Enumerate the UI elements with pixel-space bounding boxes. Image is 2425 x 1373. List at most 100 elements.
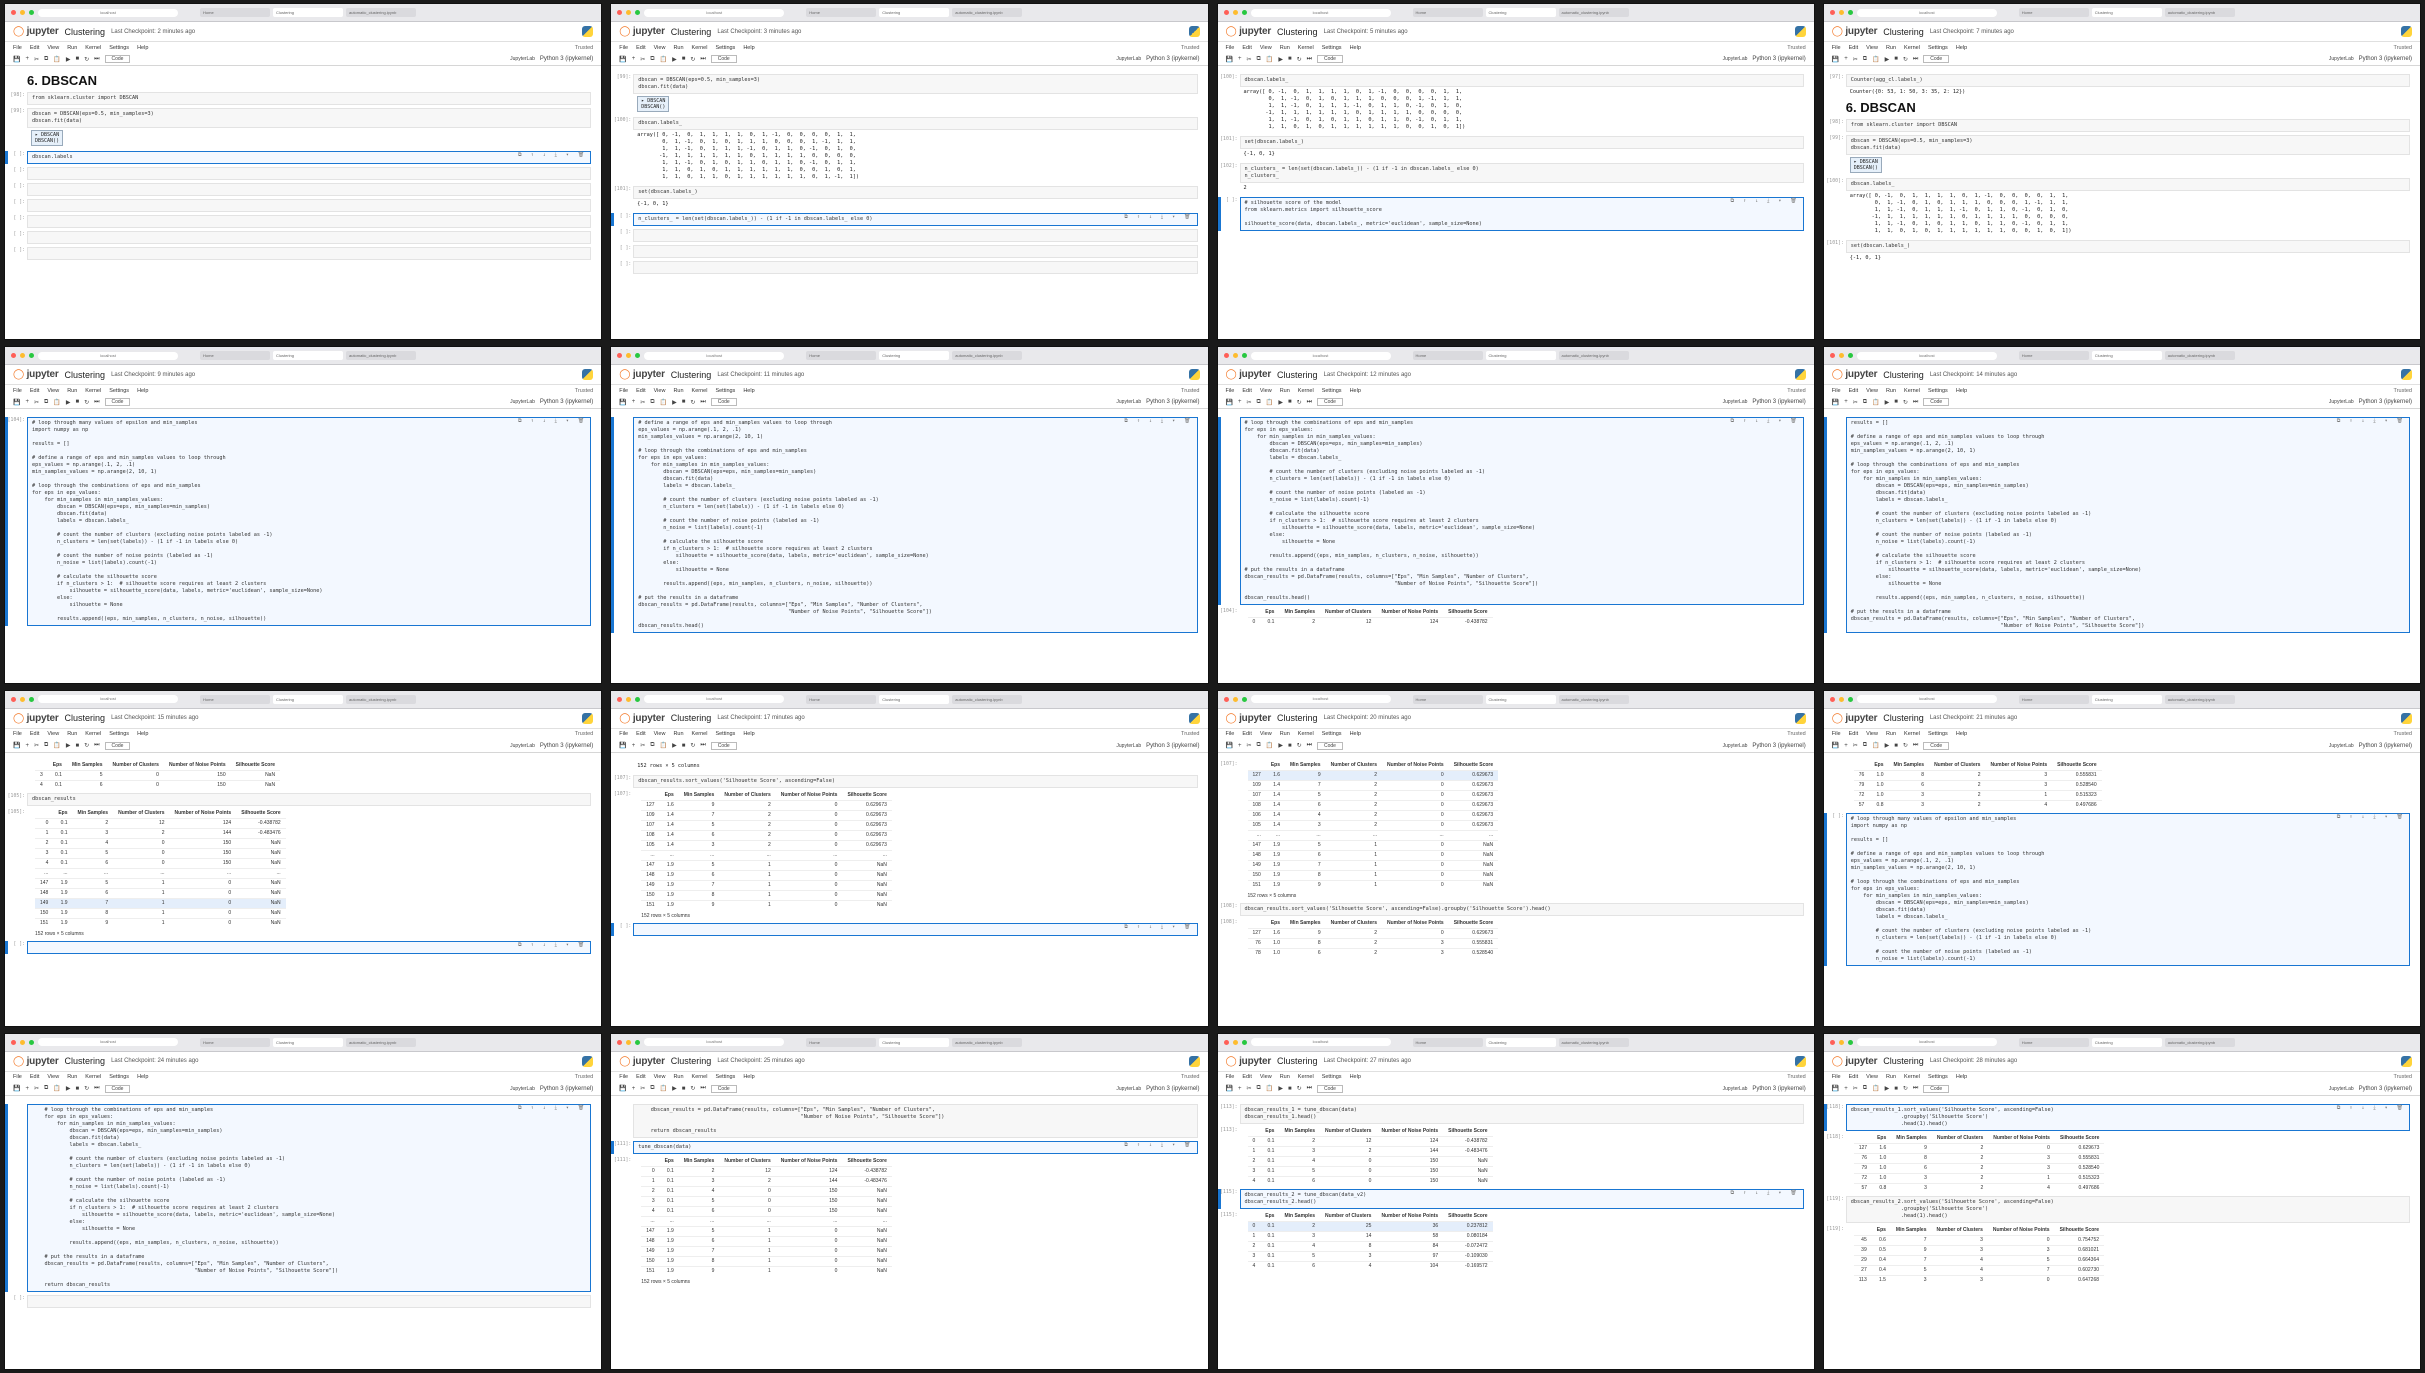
cell-actions-icon[interactable]: ⧉ ↑ ↓ ⤓ ▾ 🗑	[518, 418, 587, 425]
toolbar-button-icon[interactable]: ⏭	[700, 399, 705, 406]
window-control-icon[interactable]	[29, 1039, 34, 1045]
code-input[interactable]	[27, 231, 592, 244]
window-control-icon[interactable]	[29, 353, 34, 359]
toolbar-button-icon[interactable]: ↻	[690, 399, 695, 406]
menu-item[interactable]: Run	[673, 388, 683, 394]
menu-item[interactable]: View	[1866, 388, 1878, 394]
browser-tab[interactable]: automatic_clustering.ipynb	[2164, 1037, 2235, 1047]
estimator-repr[interactable]: ▸ DBSCAN DBSCAN()	[31, 130, 64, 146]
notebook-cell[interactable]: [99]: dbscan = DBSCAN(eps=0.5, min_sample…	[617, 74, 1198, 114]
jupyterlab-link[interactable]: JupyterLab	[1116, 399, 1141, 405]
cell-actions-icon[interactable]: ⧉ ↑ ↓ ⤓ ▾ 🗑	[2337, 418, 2406, 425]
jupyterlab-link[interactable]: JupyterLab	[1723, 399, 1748, 405]
toolbar-button-icon[interactable]: ✂	[1247, 1085, 1252, 1092]
cell-actions-icon[interactable]: ⧉ ↑ ↓ ⤓ ▾ 🗑	[1124, 214, 1193, 221]
notebook-cell[interactable]: [108]: Eps Min Samples Number of Clusters Nu…	[1220, 919, 1804, 958]
toolbar-button-icon[interactable]: 💾	[619, 399, 626, 406]
window-control-icon[interactable]	[617, 10, 623, 15]
toolbar-button-icon[interactable]: ⏭	[94, 56, 99, 63]
notebook-cell[interactable]: [ ]:	[13, 215, 592, 228]
menu-item[interactable]: View	[47, 45, 59, 51]
address-bar[interactable]: localhost	[1250, 351, 1391, 360]
menu-item[interactable]: File	[1226, 1074, 1235, 1080]
menu-item[interactable]: Help	[1350, 45, 1361, 51]
jupyter-logo[interactable]: ◯ jupyter	[1832, 713, 1878, 724]
toolbar-button-icon[interactable]: 📋	[1266, 742, 1273, 749]
notebook-cell[interactable]: [ ]: # silhouette score of the model from…	[1217, 197, 1804, 231]
toolbar-button-icon[interactable]: 📋	[1872, 1085, 1879, 1092]
browser-tab[interactable]: automatic_clustering.ipynb	[346, 8, 416, 17]
toolbar-button-icon[interactable]: 📋	[1872, 56, 1879, 63]
notebook-cell[interactable]: [115]: Eps Min Samples Number of Clusters Nu…	[1220, 1212, 1804, 1271]
jupyter-logo[interactable]: ◯ jupyter	[619, 369, 665, 380]
notebook-title[interactable]: Clustering	[1883, 370, 1924, 380]
window-control-icon[interactable]	[1847, 1039, 1853, 1045]
notebook-cell[interactable]: [ ]:	[13, 167, 592, 180]
address-bar[interactable]: localhost	[38, 1038, 178, 1047]
notebook-cell[interactable]: [97]: Counter(agg_cl.labels_) Counter({0: …	[1829, 74, 2410, 98]
toolbar-button-icon[interactable]: +	[1238, 399, 1242, 405]
toolbar-button-icon[interactable]: ■	[682, 1086, 686, 1092]
toolbar-button-icon[interactable]: ↻	[1297, 742, 1302, 749]
code-input[interactable]	[27, 199, 592, 212]
toolbar-button-icon[interactable]: ⧉	[1863, 742, 1867, 749]
browser-tab[interactable]: Home	[200, 351, 270, 361]
toolbar-button-icon[interactable]: ■	[1288, 399, 1292, 405]
code-input[interactable]	[27, 1294, 592, 1308]
notebook-title[interactable]: Clustering	[1277, 713, 1318, 723]
notebook-cell[interactable]: [ ]:	[13, 231, 592, 244]
menu-item[interactable]: View	[1260, 45, 1272, 51]
menu-item[interactable]: Kernel	[1904, 45, 1920, 51]
notebook-cell[interactable]: [107]: Eps Min Samples Number of Clusters Nu…	[1220, 761, 1804, 900]
menu-item[interactable]: View	[654, 388, 666, 394]
trusted-indicator[interactable]: Trusted	[575, 731, 593, 737]
code-input[interactable]	[633, 245, 1198, 258]
toolbar-button-icon[interactable]: +	[1238, 743, 1242, 749]
notebook-cell[interactable]: [108]: dbscan_results.sort_values('Silhou…	[1220, 902, 1804, 916]
estimator-repr[interactable]: ▸ DBSCAN DBSCAN()	[637, 96, 670, 112]
cell-type-select[interactable]: Code	[1317, 398, 1343, 407]
toolbar-button-icon[interactable]: ✂	[640, 399, 645, 406]
browser-tab[interactable]: Clustering	[1485, 694, 1556, 704]
notebook-cell[interactable]: [ ]: # loop through many values of epsilo…	[1823, 812, 2410, 966]
toolbar-button-icon[interactable]: ⏭	[700, 56, 705, 63]
menu-item[interactable]: View	[1260, 1074, 1272, 1080]
toolbar-button-icon[interactable]: ⏭	[94, 399, 99, 406]
toolbar-button-icon[interactable]: ⏭	[94, 742, 99, 749]
browser-tab[interactable]: Home	[200, 694, 270, 704]
toolbar-button-icon[interactable]: ■	[1288, 743, 1292, 749]
window-control-icon[interactable]	[20, 1039, 25, 1045]
jupyter-logo[interactable]: ◯ jupyter	[1226, 369, 1272, 380]
notebook-cell[interactable]: [113]: dbscan_results_1 = tune_dbscan(dat…	[1220, 1103, 1804, 1124]
code-input[interactable]: dbscan_results_1 = tune_dbscan(data) dbs…	[1239, 1103, 1804, 1124]
jupyterlab-link[interactable]: JupyterLab	[1723, 56, 1748, 62]
notebook-cell[interactable]: [ ]:	[13, 199, 592, 212]
toolbar-button-icon[interactable]: ▶	[672, 399, 677, 406]
browser-tab[interactable]: Home	[2018, 8, 2089, 17]
menu-item[interactable]: Kernel	[85, 388, 101, 394]
cell-type-select[interactable]: Code	[104, 398, 131, 407]
toolbar-button-icon[interactable]: ⏭	[1307, 399, 1312, 406]
jupyterlab-link[interactable]: JupyterLab	[1116, 743, 1141, 749]
browser-tab[interactable]: Home	[806, 351, 877, 361]
notebook-title[interactable]: Clustering	[65, 370, 106, 380]
menu-item[interactable]: Run	[1280, 1074, 1290, 1080]
toolbar-button-icon[interactable]: ✂	[1853, 1085, 1858, 1092]
notebook-cell[interactable]: results = [] # define a range of eps and…	[1823, 417, 2410, 634]
toolbar-button-icon[interactable]: +	[1238, 1086, 1242, 1092]
cell-type-select[interactable]: Code	[104, 741, 131, 750]
cell-type-select[interactable]: Code	[1317, 741, 1343, 750]
toolbar-button-icon[interactable]: ✂	[1247, 56, 1252, 63]
kernel-name[interactable]: Python 3 (ipykernel)	[1146, 56, 1199, 62]
browser-tab[interactable]: Clustering	[273, 351, 343, 361]
toolbar-button-icon[interactable]: +	[1844, 56, 1848, 62]
browser-tab[interactable]: Home	[2018, 694, 2089, 704]
menu-item[interactable]: Settings	[1322, 1074, 1342, 1080]
menu-item[interactable]: Help	[1956, 1074, 1967, 1080]
notebook-cell[interactable]: [ ]:	[13, 183, 592, 196]
toolbar-button-icon[interactable]: ⧉	[1863, 56, 1867, 63]
code-input[interactable]: dbscan_results.sort_values('Silhouette S…	[1239, 902, 1804, 916]
window-control-icon[interactable]	[1838, 1039, 1844, 1045]
menu-item[interactable]: File	[13, 1074, 22, 1080]
notebook-cell[interactable]: [101]: set(dbscan.labels_) {-1, 0, 1}	[1826, 240, 2410, 264]
